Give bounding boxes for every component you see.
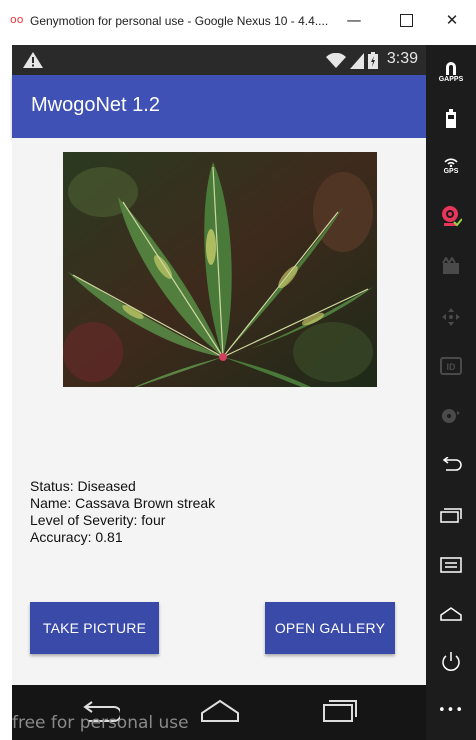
webcam-icon [442,206,462,227]
back-arrow-icon [442,457,462,471]
gps-icon [444,158,458,167]
battery-icon [368,52,378,69]
power-icon [442,652,460,671]
home-button[interactable] [434,607,468,621]
recent-apps-icon[interactable] [322,697,358,723]
window-titlebar: oo Genymotion for personal use - Google … [0,0,476,45]
main-content: Status: Diseased Name: Cassava Brown str… [12,138,426,685]
device-id-button[interactable]: ID [434,357,468,375]
screencast-button[interactable] [434,257,468,275]
battery-button[interactable] [434,109,468,129]
app-bar: MwogoNet 1.2 [12,75,426,138]
genymotion-logo-icon: oo [10,13,24,26]
signal-icon [350,52,364,69]
id-icon: ID [440,357,462,375]
status-bar: 3:39 [12,45,426,75]
svg-text:ID: ID [447,362,457,372]
webcam-button[interactable] [434,205,468,227]
recent-button[interactable] [434,507,468,523]
window-title: Genymotion for personal use - Google Nex… [30,14,329,28]
maximize-icon [399,13,413,27]
watermark-text: free for personal use [12,713,189,733]
power-button[interactable] [434,651,468,673]
minimize-button[interactable]: — [336,6,372,34]
app-title: MwogoNet 1.2 [31,94,160,116]
menu-button[interactable] [434,557,468,573]
cassava-leaf-image [63,152,377,387]
media-button[interactable] [434,407,468,425]
severity-text: Level of Severity: four [30,512,166,528]
maximize-button[interactable] [388,6,424,34]
result-panel: Status: Diseased Name: Cassava Brown str… [30,478,215,546]
close-button[interactable]: ✕ [434,6,470,34]
clapperboard-icon [442,257,459,274]
gapps-button[interactable]: GAPPS [434,59,468,83]
disease-name-text: Name: Cassava Brown streak [30,495,216,511]
home-side-icon [440,607,462,621]
more-button[interactable]: ••• [434,703,468,718]
warning-icon [23,52,43,68]
take-picture-button[interactable]: TAKE PICTURE [30,602,159,654]
disk-icon [442,409,460,423]
open-gallery-button[interactable]: OPEN GALLERY [265,602,395,654]
remote-control-button[interactable] [434,307,468,327]
clock: 3:39 [386,50,418,67]
dpad-icon [442,308,460,326]
genymotion-toolbar: GAPPS GPS ID ••• [426,45,476,740]
accuracy-text: Accuracy: 0.81 [30,529,123,545]
gapps-icon [446,62,456,75]
recent-apps-side-icon [440,508,462,523]
home-icon[interactable] [200,699,240,723]
menu-icon [440,557,462,573]
battery-widget-icon [446,109,456,128]
status-text: Status: Diseased [30,478,136,494]
gps-button[interactable]: GPS [434,157,468,175]
back-button[interactable] [434,457,468,471]
wifi-icon [326,52,346,68]
more-icon: ••• [437,703,464,718]
